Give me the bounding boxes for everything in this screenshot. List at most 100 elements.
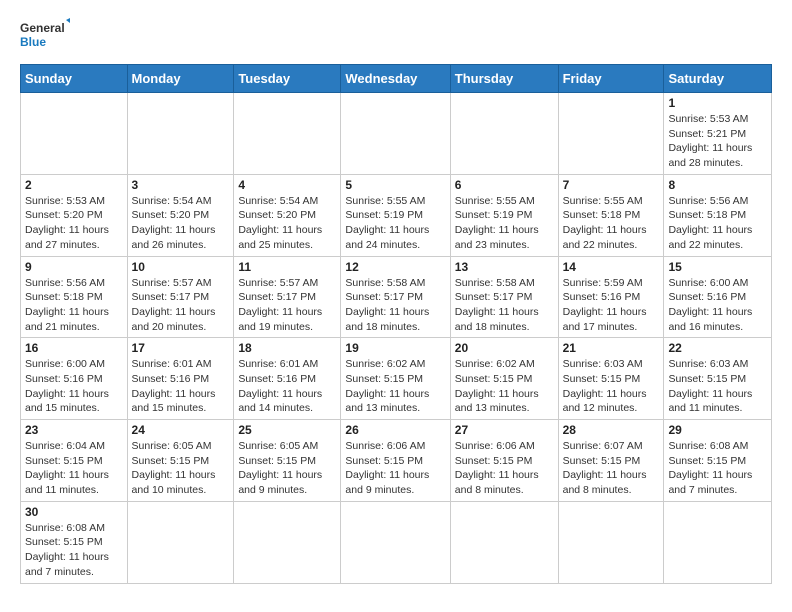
day-info: Sunrise: 6:05 AM Sunset: 5:15 PM Dayligh… bbox=[238, 439, 336, 498]
logo-svg: General Blue bbox=[20, 16, 70, 56]
day-number: 15 bbox=[668, 260, 767, 274]
day-info: Sunrise: 5:53 AM Sunset: 5:20 PM Dayligh… bbox=[25, 194, 123, 253]
calendar-header-row: SundayMondayTuesdayWednesdayThursdayFrid… bbox=[21, 65, 772, 93]
calendar-cell bbox=[341, 501, 450, 583]
day-info: Sunrise: 5:59 AM Sunset: 5:16 PM Dayligh… bbox=[563, 276, 660, 335]
calendar-cell: 17 Sunrise: 6:01 AM Sunset: 5:16 PM Dayli… bbox=[127, 338, 234, 420]
calendar-cell: 13 Sunrise: 5:58 AM Sunset: 5:17 PM Dayli… bbox=[450, 256, 558, 338]
day-number: 23 bbox=[25, 423, 123, 437]
calendar-cell bbox=[450, 501, 558, 583]
day-info: Sunrise: 6:05 AM Sunset: 5:15 PM Dayligh… bbox=[132, 439, 230, 498]
week-row-5: 30Sunrise: 6:08 AM Sunset: 5:15 PM Dayli… bbox=[21, 501, 772, 583]
calendar-cell: 9 Sunrise: 5:56 AM Sunset: 5:18 PM Daylig… bbox=[21, 256, 128, 338]
day-info: Sunrise: 6:00 AM Sunset: 5:16 PM Dayligh… bbox=[25, 357, 123, 416]
calendar-cell: 29 Sunrise: 6:08 AM Sunset: 5:15 PM Dayli… bbox=[664, 420, 772, 502]
week-row-4: 23 Sunrise: 6:04 AM Sunset: 5:15 PM Dayli… bbox=[21, 420, 772, 502]
week-row-2: 9 Sunrise: 5:56 AM Sunset: 5:18 PM Daylig… bbox=[21, 256, 772, 338]
day-number: 26 bbox=[345, 423, 445, 437]
calendar-cell bbox=[234, 501, 341, 583]
week-row-3: 16 Sunrise: 6:00 AM Sunset: 5:16 PM Dayli… bbox=[21, 338, 772, 420]
day-number: 29 bbox=[668, 423, 767, 437]
day-info: Sunrise: 6:06 AM Sunset: 5:15 PM Dayligh… bbox=[345, 439, 445, 498]
day-info: Sunrise: 6:04 AM Sunset: 5:15 PM Dayligh… bbox=[25, 439, 123, 498]
day-info: Sunrise: 6:01 AM Sunset: 5:16 PM Dayligh… bbox=[132, 357, 230, 416]
day-number: 30 bbox=[25, 505, 123, 519]
col-header-tuesday: Tuesday bbox=[234, 65, 341, 93]
col-header-thursday: Thursday bbox=[450, 65, 558, 93]
day-number: 8 bbox=[668, 178, 767, 192]
day-number: 11 bbox=[238, 260, 336, 274]
day-number: 7 bbox=[563, 178, 660, 192]
calendar-cell bbox=[127, 93, 234, 175]
logo: General Blue bbox=[20, 16, 70, 56]
day-number: 17 bbox=[132, 341, 230, 355]
day-info: Sunrise: 6:06 AM Sunset: 5:15 PM Dayligh… bbox=[455, 439, 554, 498]
day-info: Sunrise: 5:56 AM Sunset: 5:18 PM Dayligh… bbox=[25, 276, 123, 335]
col-header-wednesday: Wednesday bbox=[341, 65, 450, 93]
day-number: 19 bbox=[345, 341, 445, 355]
calendar-cell: 10 Sunrise: 5:57 AM Sunset: 5:17 PM Dayli… bbox=[127, 256, 234, 338]
calendar-cell: 28Sunrise: 6:07 AM Sunset: 5:15 PM Dayli… bbox=[558, 420, 664, 502]
calendar-cell bbox=[558, 501, 664, 583]
day-info: Sunrise: 5:54 AM Sunset: 5:20 PM Dayligh… bbox=[238, 194, 336, 253]
day-number: 2 bbox=[25, 178, 123, 192]
day-number: 6 bbox=[455, 178, 554, 192]
day-info: Sunrise: 5:55 AM Sunset: 5:19 PM Dayligh… bbox=[455, 194, 554, 253]
day-info: Sunrise: 5:58 AM Sunset: 5:17 PM Dayligh… bbox=[455, 276, 554, 335]
day-number: 18 bbox=[238, 341, 336, 355]
day-number: 21 bbox=[563, 341, 660, 355]
day-info: Sunrise: 6:03 AM Sunset: 5:15 PM Dayligh… bbox=[668, 357, 767, 416]
calendar-cell: 24 Sunrise: 6:05 AM Sunset: 5:15 PM Dayli… bbox=[127, 420, 234, 502]
calendar-cell: 12Sunrise: 5:58 AM Sunset: 5:17 PM Dayli… bbox=[341, 256, 450, 338]
day-info: Sunrise: 5:58 AM Sunset: 5:17 PM Dayligh… bbox=[345, 276, 445, 335]
calendar-cell bbox=[234, 93, 341, 175]
calendar-cell: 6 Sunrise: 5:55 AM Sunset: 5:19 PM Daylig… bbox=[450, 174, 558, 256]
day-number: 16 bbox=[25, 341, 123, 355]
day-info: Sunrise: 6:01 AM Sunset: 5:16 PM Dayligh… bbox=[238, 357, 336, 416]
calendar-cell: 30Sunrise: 6:08 AM Sunset: 5:15 PM Dayli… bbox=[21, 501, 128, 583]
calendar-cell: 25Sunrise: 6:05 AM Sunset: 5:15 PM Dayli… bbox=[234, 420, 341, 502]
calendar-cell: 26 Sunrise: 6:06 AM Sunset: 5:15 PM Dayli… bbox=[341, 420, 450, 502]
day-number: 3 bbox=[132, 178, 230, 192]
calendar-cell: 21Sunrise: 6:03 AM Sunset: 5:15 PM Dayli… bbox=[558, 338, 664, 420]
col-header-friday: Friday bbox=[558, 65, 664, 93]
calendar-cell: 4 Sunrise: 5:54 AM Sunset: 5:20 PM Daylig… bbox=[234, 174, 341, 256]
day-number: 27 bbox=[455, 423, 554, 437]
day-number: 14 bbox=[563, 260, 660, 274]
week-row-0: 1Sunrise: 5:53 AM Sunset: 5:21 PM Daylig… bbox=[21, 93, 772, 175]
calendar-cell: 3 Sunrise: 5:54 AM Sunset: 5:20 PM Daylig… bbox=[127, 174, 234, 256]
day-number: 22 bbox=[668, 341, 767, 355]
day-number: 5 bbox=[345, 178, 445, 192]
day-info: Sunrise: 5:54 AM Sunset: 5:20 PM Dayligh… bbox=[132, 194, 230, 253]
day-number: 20 bbox=[455, 341, 554, 355]
day-number: 9 bbox=[25, 260, 123, 274]
day-info: Sunrise: 5:56 AM Sunset: 5:18 PM Dayligh… bbox=[668, 194, 767, 253]
calendar-cell: 20 Sunrise: 6:02 AM Sunset: 5:15 PM Dayli… bbox=[450, 338, 558, 420]
day-info: Sunrise: 5:55 AM Sunset: 5:18 PM Dayligh… bbox=[563, 194, 660, 253]
calendar-cell bbox=[21, 93, 128, 175]
calendar-table: SundayMondayTuesdayWednesdayThursdayFrid… bbox=[20, 64, 772, 584]
calendar-cell: 18 Sunrise: 6:01 AM Sunset: 5:16 PM Dayli… bbox=[234, 338, 341, 420]
day-info: Sunrise: 6:08 AM Sunset: 5:15 PM Dayligh… bbox=[668, 439, 767, 498]
col-header-sunday: Sunday bbox=[21, 65, 128, 93]
calendar-cell: 15 Sunrise: 6:00 AM Sunset: 5:16 PM Dayli… bbox=[664, 256, 772, 338]
day-number: 4 bbox=[238, 178, 336, 192]
calendar-cell: 16 Sunrise: 6:00 AM Sunset: 5:16 PM Dayli… bbox=[21, 338, 128, 420]
header: General Blue bbox=[20, 16, 772, 56]
day-info: Sunrise: 6:07 AM Sunset: 5:15 PM Dayligh… bbox=[563, 439, 660, 498]
calendar-cell: 8 Sunrise: 5:56 AM Sunset: 5:18 PM Daylig… bbox=[664, 174, 772, 256]
col-header-monday: Monday bbox=[127, 65, 234, 93]
day-number: 24 bbox=[132, 423, 230, 437]
day-info: Sunrise: 5:57 AM Sunset: 5:17 PM Dayligh… bbox=[238, 276, 336, 335]
day-number: 10 bbox=[132, 260, 230, 274]
calendar-cell bbox=[341, 93, 450, 175]
calendar-cell: 27 Sunrise: 6:06 AM Sunset: 5:15 PM Dayli… bbox=[450, 420, 558, 502]
calendar-cell: 23 Sunrise: 6:04 AM Sunset: 5:15 PM Dayli… bbox=[21, 420, 128, 502]
day-info: Sunrise: 6:02 AM Sunset: 5:15 PM Dayligh… bbox=[455, 357, 554, 416]
day-number: 13 bbox=[455, 260, 554, 274]
col-header-saturday: Saturday bbox=[664, 65, 772, 93]
day-info: Sunrise: 5:57 AM Sunset: 5:17 PM Dayligh… bbox=[132, 276, 230, 335]
calendar-cell: 22 Sunrise: 6:03 AM Sunset: 5:15 PM Dayli… bbox=[664, 338, 772, 420]
day-number: 1 bbox=[668, 96, 767, 110]
day-info: Sunrise: 6:00 AM Sunset: 5:16 PM Dayligh… bbox=[668, 276, 767, 335]
